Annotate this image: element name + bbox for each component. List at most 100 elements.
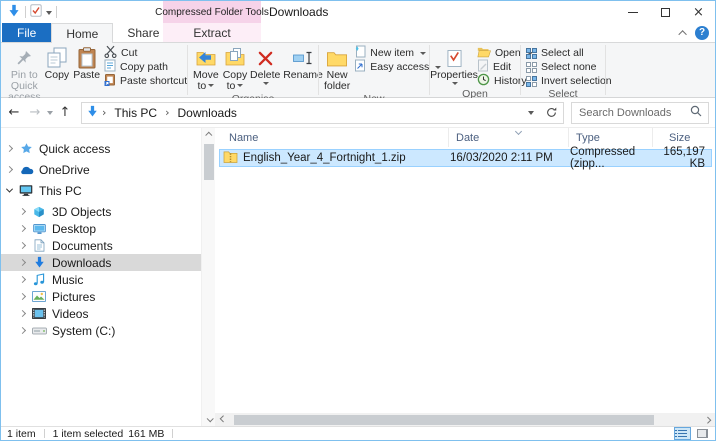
minimize-button[interactable] [616, 1, 649, 23]
refresh-button[interactable] [541, 103, 561, 123]
breadcrumb-downloads[interactable]: Downloads [173, 106, 242, 120]
search-icon[interactable] [690, 105, 702, 120]
ribbon-corner: ? [681, 23, 709, 42]
sidebar-item-system-c[interactable]: System (C:) [1, 322, 201, 339]
maximize-button[interactable] [649, 1, 682, 23]
column-header-name[interactable]: Name [223, 128, 449, 147]
select-none-button[interactable]: Select none [524, 60, 614, 74]
scroll-up-icon[interactable] [202, 128, 216, 141]
sidebar-item-documents[interactable]: Documents [1, 237, 201, 254]
breadcrumb-this-pc[interactable]: This PC [109, 106, 162, 120]
sidebar-item-videos[interactable]: Videos [1, 305, 201, 322]
paste-button[interactable]: Paste [71, 45, 102, 82]
delete-button[interactable]: Delete [249, 45, 281, 86]
select-all-button[interactable]: Select all [524, 46, 614, 60]
expand-chevron-icon[interactable] [19, 327, 26, 334]
invert-selection-icon [526, 76, 537, 87]
file-list[interactable]: English_Year_4_Fortnight_1.zip 16/03/202… [215, 147, 715, 413]
copy-button[interactable]: Copy [43, 45, 72, 82]
copy-to-button[interactable]: Copy to [221, 45, 250, 93]
close-button[interactable]: × [682, 1, 715, 23]
file-size-cell: 165,197 KB [648, 146, 711, 170]
scrollbar-track[interactable] [229, 413, 701, 426]
sidebar-item-this-pc[interactable]: This PC [1, 182, 201, 199]
address-bar[interactable]: This PC Downloads [81, 102, 564, 124]
horizontal-scrollbar[interactable] [215, 413, 715, 426]
expand-chevron-icon[interactable] [19, 310, 26, 317]
sidebar-item-desktop[interactable]: Desktop [1, 220, 201, 237]
qat-properties-icon[interactable] [30, 4, 42, 20]
desktop-icon [31, 223, 47, 235]
expand-chevron-icon[interactable] [19, 208, 26, 215]
navigation-bar: ← → ↑ This PC Downloads [1, 98, 715, 128]
scroll-left-icon[interactable] [215, 413, 229, 426]
qat-customize-caret-icon[interactable] [46, 11, 52, 15]
expand-chevron-icon[interactable] [6, 166, 13, 173]
copy-path-button[interactable]: Copy path [102, 60, 189, 74]
address-dropdown-caret-icon[interactable] [528, 111, 534, 115]
breadcrumb-separator-icon [101, 106, 107, 119]
sidebar-item-pictures[interactable]: Pictures [1, 288, 201, 305]
column-header-date[interactable]: Date [449, 128, 569, 147]
scroll-down-icon[interactable] [202, 413, 216, 426]
ribbon: Pin to Quick access Copy Paste Cut [1, 43, 715, 98]
dropdown-caret-icon [420, 52, 426, 55]
sidebar-item-3d-objects[interactable]: 3D Objects [1, 203, 201, 220]
titlebar: Compressed Folder Tools Downloads × [1, 1, 715, 23]
expand-chevron-icon[interactable] [19, 242, 26, 249]
file-date-cell: 16/03/2020 2:11 PM [444, 152, 564, 164]
pin-to-quick-access-button[interactable]: Pin to Quick access [6, 45, 43, 104]
scroll-right-icon[interactable] [701, 413, 715, 426]
pin-icon [15, 46, 33, 70]
downloads-folder-icon [7, 4, 21, 21]
scrollbar-thumb[interactable] [204, 144, 214, 180]
ribbon-group-select: Select all Select none Invert selection … [521, 43, 605, 97]
group-separator [605, 45, 606, 95]
sidebar-scrollbar[interactable] [201, 128, 215, 426]
search-input[interactable] [579, 107, 690, 119]
collapse-chevron-icon[interactable] [6, 186, 13, 193]
separator [172, 429, 173, 438]
tab-home[interactable]: Home [51, 23, 113, 43]
drive-icon [31, 326, 47, 336]
rename-icon [293, 46, 313, 70]
file-type-cell: Compressed (zipp... [564, 146, 648, 170]
paste-shortcut-button[interactable]: Paste shortcut [102, 74, 189, 88]
column-header-size[interactable]: Size [653, 128, 715, 147]
move-to-button[interactable]: Move to [191, 45, 221, 93]
expand-chevron-icon[interactable] [19, 276, 26, 283]
expand-chevron-icon[interactable] [19, 293, 26, 300]
sidebar-item-onedrive[interactable]: OneDrive [1, 161, 201, 178]
tab-file[interactable]: File [2, 23, 51, 42]
scrollbar-thumb[interactable] [234, 415, 654, 425]
up-button[interactable]: ↑ [56, 102, 74, 124]
maximize-icon [661, 8, 670, 17]
copy-icon [47, 46, 67, 70]
column-header-type[interactable]: Type [569, 128, 653, 147]
back-button[interactable]: ← [5, 102, 23, 124]
3d-objects-icon [31, 206, 47, 218]
invert-selection-button[interactable]: Invert selection [524, 74, 614, 88]
sidebar-item-downloads[interactable]: Downloads [1, 254, 201, 271]
expand-chevron-icon[interactable] [6, 145, 13, 152]
select-all-icon [526, 48, 537, 59]
window-title: Downloads [269, 1, 328, 23]
properties-button[interactable]: Properties [433, 45, 475, 86]
collapse-ribbon-icon[interactable] [678, 30, 686, 38]
tab-extract[interactable]: Extract [183, 23, 240, 42]
large-icons-view-button[interactable] [694, 427, 711, 440]
file-row-selected[interactable]: English_Year_4_Fortnight_1.zip 16/03/202… [219, 149, 712, 167]
documents-icon [31, 239, 47, 252]
sidebar-item-music[interactable]: Music [1, 271, 201, 288]
details-view-button[interactable] [674, 427, 691, 440]
expand-chevron-icon[interactable] [19, 225, 26, 232]
large-icons-view-icon [697, 429, 708, 438]
ribbon-group-open: Properties Open Edit History [430, 43, 520, 97]
expand-chevron-icon[interactable] [19, 259, 26, 266]
new-folder-button[interactable]: New folder [322, 45, 352, 93]
forward-button[interactable]: → [26, 102, 44, 124]
sidebar-item-quick-access[interactable]: Quick access [1, 140, 201, 157]
cut-button[interactable]: Cut [102, 46, 189, 60]
help-icon[interactable]: ? [695, 26, 709, 40]
recent-locations-caret-icon[interactable] [47, 111, 53, 115]
